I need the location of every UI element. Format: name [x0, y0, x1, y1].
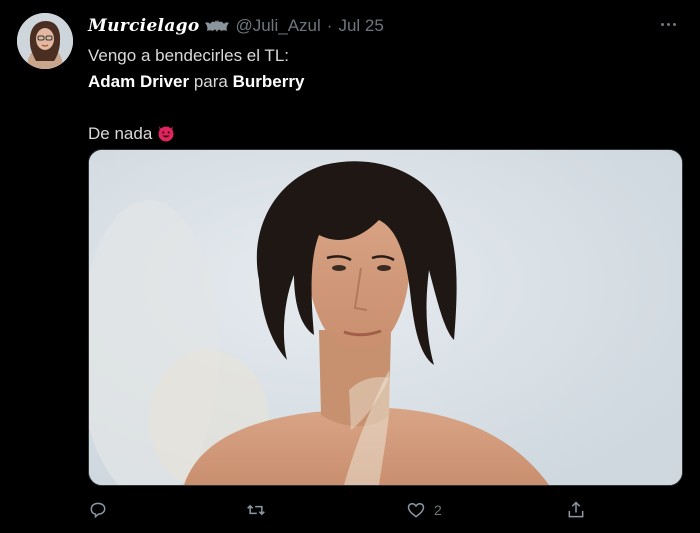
reply-button[interactable] [88, 496, 108, 524]
tweet-date[interactable]: Jul 25 [338, 16, 383, 36]
bold-adam-driver: Adam Driver [88, 72, 190, 91]
bold-burberry: Burberry [232, 72, 305, 91]
reply-icon [90, 502, 106, 519]
tweet-header: Murcielago @Juli_Azul · Jul 25 [88, 14, 384, 38]
smiling-devil-icon [158, 126, 174, 142]
retweet-icon [247, 504, 265, 516]
bat-icon [205, 20, 230, 32]
display-name[interactable]: Murcielago [88, 16, 199, 36]
heart-icon [407, 502, 425, 518]
tweet[interactable]: Murcielago @Juli_Azul · Jul 25 Vengo a b… [0, 0, 700, 533]
tweet-line-1: Vengo a bendecirles el TL: [88, 46, 289, 65]
avatar[interactable] [17, 13, 73, 69]
tweet-actions: 2 [88, 496, 608, 524]
share-icon [568, 501, 584, 518]
connector-text: para [189, 72, 233, 91]
like-count: 2 [434, 502, 442, 518]
retweet-button[interactable] [246, 496, 266, 524]
separator-dot: · [326, 16, 333, 35]
more-icon [660, 22, 664, 26]
tweet-text: Vengo a bendecirles el TL: Adam Driver p… [88, 43, 304, 147]
handle[interactable]: @Juli_Azul [235, 16, 320, 36]
de-nada-text: De nada [88, 124, 153, 143]
more-options-button[interactable] [656, 14, 680, 34]
share-button[interactable] [566, 496, 586, 524]
tweet-image[interactable] [88, 149, 683, 486]
tweet-line-2: Adam Driver para Burberry [88, 69, 304, 95]
like-button[interactable]: 2 [406, 496, 442, 524]
tweet-line-3: De nada [88, 121, 304, 147]
